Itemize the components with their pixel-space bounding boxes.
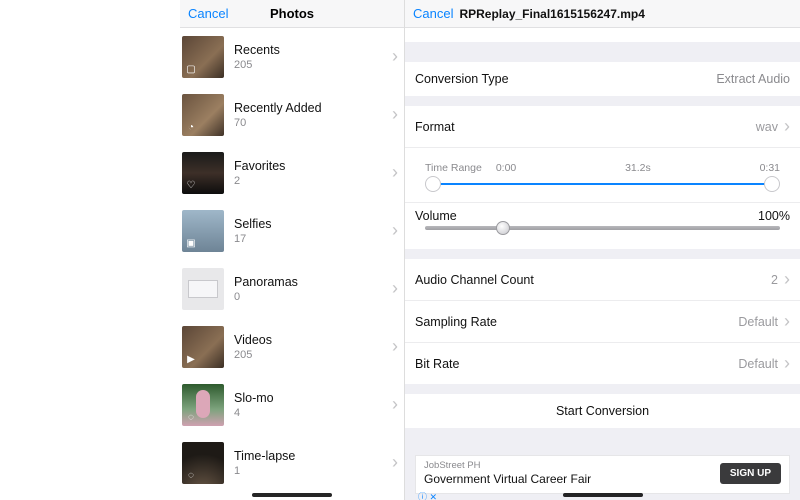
volume-knob[interactable] bbox=[496, 221, 510, 235]
ad-advertiser: JobStreet PH bbox=[424, 460, 591, 472]
time-range-label: Time Range bbox=[425, 162, 482, 174]
album-thumb: ♡ bbox=[182, 152, 224, 194]
time-range-track bbox=[431, 183, 774, 185]
cancel-button-left[interactable]: Cancel bbox=[188, 6, 228, 21]
conversion-type-label: Conversion Type bbox=[415, 72, 509, 86]
time-range-row: Time Range 0:00 31.2s 0:31 bbox=[405, 148, 800, 203]
conversion-panel: Cancel RPReplay_Final1615156247.mp4 Conv… bbox=[405, 0, 800, 500]
album-count: 0 bbox=[234, 291, 298, 303]
format-row[interactable]: Format wav bbox=[405, 106, 800, 148]
filename-label: RPReplay_Final1615156247.mp4 bbox=[459, 7, 644, 21]
format-label: Format bbox=[415, 120, 455, 134]
album-list: ▢ Recents 205 ◔ Recently Added 70 ♡ Favorites 2 ▣… bbox=[180, 28, 404, 492]
volume-row: Volume 100% bbox=[405, 203, 800, 249]
conversion-settings: Conversion Type Extract Audio Format wav… bbox=[405, 28, 800, 500]
volume-track bbox=[425, 226, 780, 230]
bit-rate-value: Default bbox=[738, 357, 778, 371]
album-name: Selfies bbox=[234, 217, 272, 231]
album-name: Favorites bbox=[234, 159, 285, 173]
photos-panel: Cancel Photos ▢ Recents 205 ◔ Recently Added… bbox=[180, 0, 405, 500]
album-badge-icon: ▶ bbox=[185, 353, 197, 365]
album-name: Recently Added bbox=[234, 101, 322, 115]
album-badge-icon: ♡ bbox=[185, 179, 197, 191]
album-count: 17 bbox=[234, 233, 272, 245]
album-count: 205 bbox=[234, 349, 272, 361]
album-row[interactable]: ◌ Slo-mo 4 bbox=[180, 376, 404, 434]
album-row[interactable]: ▢ Recents 205 bbox=[180, 28, 404, 86]
album-badge-icon: ◌ bbox=[185, 411, 197, 423]
time-range-start: 0:00 bbox=[496, 162, 516, 174]
bit-rate-row[interactable]: Bit Rate Default bbox=[405, 343, 800, 384]
album-count: 4 bbox=[234, 407, 274, 419]
conversion-type-row: Conversion Type Extract Audio bbox=[405, 62, 800, 96]
album-name: Videos bbox=[234, 333, 272, 347]
ad-info-icon[interactable]: ⓘ ✕ bbox=[418, 490, 437, 500]
audio-channel-label: Audio Channel Count bbox=[415, 273, 534, 287]
ad-headline: Government Virtual Career Fair bbox=[424, 472, 591, 487]
album-badge-icon: ◌ bbox=[185, 469, 197, 481]
album-thumb: ◌ bbox=[182, 442, 224, 484]
album-thumb: ▣ bbox=[182, 210, 224, 252]
album-name: Time-lapse bbox=[234, 449, 295, 463]
album-count: 1 bbox=[234, 465, 295, 477]
album-badge-icon: ▢ bbox=[185, 63, 197, 75]
left-gutter bbox=[0, 0, 180, 500]
audio-channel-value: 2 bbox=[771, 273, 778, 287]
album-badge-icon: ◔ bbox=[185, 121, 197, 133]
sampling-rate-row[interactable]: Sampling Rate Default bbox=[405, 301, 800, 343]
photos-header: Cancel Photos bbox=[180, 0, 404, 28]
volume-slider[interactable] bbox=[425, 221, 780, 235]
album-thumb: ◌ bbox=[182, 384, 224, 426]
album-row[interactable]: ♡ Favorites 2 bbox=[180, 144, 404, 202]
ad-banner[interactable]: JobStreet PH Government Virtual Career F… bbox=[415, 455, 790, 494]
album-count: 205 bbox=[234, 59, 280, 71]
album-count: 70 bbox=[234, 117, 322, 129]
time-range-end-knob[interactable] bbox=[764, 176, 780, 192]
album-row[interactable]: ▣ Selfies 17 bbox=[180, 202, 404, 260]
album-thumb bbox=[182, 268, 224, 310]
album-thumb: ▶ bbox=[182, 326, 224, 368]
home-indicator-right bbox=[563, 493, 643, 497]
format-value: wav bbox=[756, 120, 778, 134]
audio-channel-row[interactable]: Audio Channel Count 2 bbox=[405, 259, 800, 301]
time-range-start-knob[interactable] bbox=[425, 176, 441, 192]
album-row[interactable]: ◔ Recently Added 70 bbox=[180, 86, 404, 144]
home-indicator-left bbox=[252, 493, 332, 497]
album-name: Recents bbox=[234, 43, 280, 57]
album-name: Panoramas bbox=[234, 275, 298, 289]
album-thumb: ◔ bbox=[182, 94, 224, 136]
album-row[interactable]: ▶ Videos 205 bbox=[180, 318, 404, 376]
cancel-button-right[interactable]: Cancel bbox=[413, 6, 453, 21]
spacer bbox=[405, 28, 800, 42]
sampling-rate-value: Default bbox=[738, 315, 778, 329]
album-badge-icon: ▣ bbox=[185, 237, 197, 249]
album-count: 2 bbox=[234, 175, 285, 187]
time-range-slider[interactable] bbox=[425, 174, 780, 194]
bit-rate-label: Bit Rate bbox=[415, 357, 459, 371]
start-conversion-button[interactable]: Start Conversion bbox=[405, 394, 800, 428]
conversion-type-value: Extract Audio bbox=[716, 72, 790, 86]
album-name: Slo-mo bbox=[234, 391, 274, 405]
album-row[interactable]: ◌ Time-lapse 1 bbox=[180, 434, 404, 492]
album-row[interactable]: Panoramas 0 bbox=[180, 260, 404, 318]
sampling-rate-label: Sampling Rate bbox=[415, 315, 497, 329]
ad-signup-button[interactable]: SIGN UP bbox=[720, 463, 781, 484]
time-range-end: 0:31 bbox=[760, 162, 780, 174]
album-thumb: ▢ bbox=[182, 36, 224, 78]
time-range-duration: 31.2s bbox=[516, 162, 759, 174]
conversion-header: Cancel RPReplay_Final1615156247.mp4 bbox=[405, 0, 800, 28]
